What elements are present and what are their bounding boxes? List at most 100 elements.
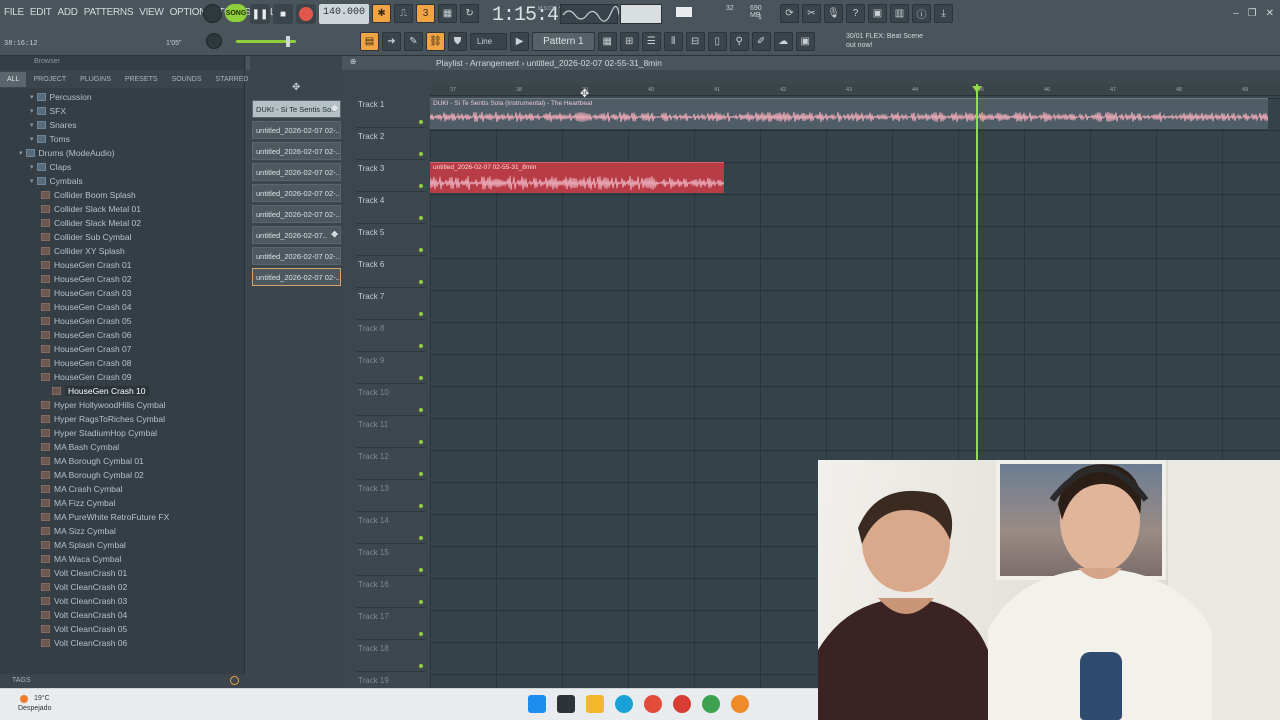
track-mute-led[interactable]	[419, 376, 423, 380]
browser-file[interactable]: HouseGen Crash 06	[0, 328, 244, 342]
song-mode-toggle[interactable]: SONG	[225, 4, 247, 22]
track-mute-led[interactable]	[419, 504, 423, 508]
mixer-view-icon[interactable]: ☰	[641, 31, 661, 51]
task-view-icon[interactable]	[557, 695, 575, 713]
browser-file[interactable]: MA Splash Cymbal	[0, 538, 244, 552]
browser-file[interactable]: Volt CleanCrash 04	[0, 608, 244, 622]
browser-file[interactable]: Volt CleanCrash 03	[0, 594, 244, 608]
track-header[interactable]: Track 18	[356, 642, 426, 672]
track-header[interactable]: Track 3	[356, 162, 426, 192]
track-header[interactable]: Track 2	[356, 130, 426, 160]
windows-start-icon[interactable]	[528, 695, 546, 713]
cloud-icon[interactable]: ☁	[773, 31, 793, 51]
track-mute-led[interactable]	[419, 600, 423, 604]
arrow-right-icon[interactable]: ➜	[382, 31, 401, 51]
picker-item[interactable]: untitled_2026-02-07 02-..	[252, 184, 341, 202]
mixer-icon[interactable]: ▥	[890, 4, 909, 23]
browser-tab-plugins[interactable]: PLUGINS	[73, 76, 118, 83]
browser-file[interactable]: Hyper RagsToRiches Cymbal	[0, 412, 244, 426]
master-volume-slider[interactable]	[236, 36, 296, 47]
weather-widget[interactable]: 19°C Despejado	[18, 694, 51, 714]
track-mute-led[interactable]	[419, 408, 423, 412]
browser-folder[interactable]: ▾ Cymbals	[0, 174, 244, 188]
tools-icon[interactable]: ✂	[802, 4, 821, 23]
browser-folder[interactable]: ▾ SFX	[0, 104, 244, 118]
chevron-down-icon[interactable]: ▾	[30, 135, 34, 143]
refresh-icon[interactable]: ⟳	[780, 4, 799, 23]
chrome-profile-icon[interactable]	[673, 695, 691, 713]
minimize-icon[interactable]: –	[1233, 8, 1239, 19]
track-mute-led[interactable]	[419, 216, 423, 220]
plugin-icon[interactable]: ⚲	[729, 31, 749, 51]
browser-file[interactable]: HouseGen Crash 07	[0, 342, 244, 356]
picker-item[interactable]: untitled_2026-02-07 02-..	[252, 163, 341, 181]
picker-item[interactable]: untitled_2026-02-07 02-..	[252, 247, 341, 265]
track-mute-led[interactable]	[419, 664, 423, 668]
browser-file[interactable]: MA Waca Cymbal	[0, 552, 244, 566]
track-header[interactable]: Track 1	[356, 98, 426, 128]
browser-file[interactable]: MA PureWhite RetroFuture FX	[0, 510, 244, 524]
track-header[interactable]: Track 11	[356, 418, 426, 448]
info-icon[interactable]: ⓘ	[912, 4, 931, 23]
browser-folder[interactable]: ▾ Drums (ModeAudio)	[0, 146, 244, 160]
browser-file[interactable]: HouseGen Crash 05	[0, 314, 244, 328]
record-button[interactable]	[296, 4, 316, 24]
browser-file[interactable]: MA Borough Cymbal 02	[0, 468, 244, 482]
track-mute-led[interactable]	[419, 632, 423, 636]
tags-bar[interactable]: TAGS	[0, 674, 245, 688]
track-header[interactable]: Track 4	[356, 194, 426, 224]
track-mute-led[interactable]	[419, 440, 423, 444]
track-header[interactable]: Track 9	[356, 354, 426, 384]
menu-edit[interactable]: EDIT	[30, 7, 52, 18]
audio-clip-recording[interactable]: untitled_2026-02-07 02-55-31_8min	[430, 162, 724, 193]
blend-notes-icon[interactable]: ▦	[438, 4, 458, 23]
fl-studio-icon[interactable]	[731, 695, 749, 713]
menu-file[interactable]: FILE	[4, 7, 24, 18]
timeline-ruler[interactable]: 37 38 39 40 41 42 43 44 45 46 47 48 49	[430, 84, 1280, 96]
browser-file[interactable]: MA Borough Cymbal 01	[0, 454, 244, 468]
browser-file[interactable]: MA Fizz Cymbal	[0, 496, 244, 510]
audio-clip-duki[interactable]: DUKI - Si Te Sentis Sola (Instrumental) …	[430, 98, 1268, 129]
link-icon[interactable]: ⛓	[426, 31, 445, 51]
news-ticker[interactable]: 30/01 FLEX: Beat Scene out now!	[846, 32, 923, 50]
stamp-icon[interactable]: ⛊	[448, 31, 467, 51]
main-pitch-knob[interactable]	[206, 33, 222, 49]
track-mute-led[interactable]	[419, 248, 423, 252]
playhead[interactable]	[976, 84, 978, 514]
browser-folder[interactable]: ▾ Claps	[0, 160, 244, 174]
browser-file[interactable]: Collider Boom Splash	[0, 188, 244, 202]
track-mute-led[interactable]	[419, 344, 423, 348]
wait-for-input-icon[interactable]: ⎍	[394, 4, 414, 23]
maximize-icon[interactable]: ❐	[1248, 8, 1257, 19]
browser-file[interactable]: HouseGen Crash 02	[0, 272, 244, 286]
track-header[interactable]: Track 6	[356, 258, 426, 288]
track-header[interactable]: Track 12	[356, 450, 426, 480]
channel-icon[interactable]: ⫴	[663, 31, 683, 51]
browser-file[interactable]: HouseGen Crash 03	[0, 286, 244, 300]
track-mute-led[interactable]	[419, 536, 423, 540]
mic-icon[interactable]: 🎙	[824, 4, 843, 23]
browser-tab-project[interactable]: PROJECT	[26, 76, 73, 83]
file-icon[interactable]: ▯	[707, 31, 727, 51]
track-header[interactable]: Track 14	[356, 514, 426, 544]
track-header[interactable]: Track 8	[356, 322, 426, 352]
loop-record-icon[interactable]: ↻	[460, 4, 480, 23]
browser-file[interactable]: Collider XY Splash	[0, 244, 244, 258]
chevron-down-icon[interactable]: ▾	[30, 177, 34, 185]
track-mute-led[interactable]	[419, 120, 423, 124]
browser-file[interactable]: MA Crash Cymbal	[0, 482, 244, 496]
track-mute-led[interactable]	[419, 184, 423, 188]
download-icon[interactable]: ⤓	[934, 4, 953, 23]
pattern-view-icon[interactable]: ⊟	[685, 31, 705, 51]
browser-folder[interactable]: ▾ Toms	[0, 132, 244, 146]
playlist-icon[interactable]: ▤	[360, 31, 379, 51]
chrome-icon[interactable]	[644, 695, 662, 713]
browser-file[interactable]: Volt CleanCrash 02	[0, 580, 244, 594]
browser-tab-presets[interactable]: PRESETS	[118, 76, 165, 83]
track-header[interactable]: Track 7	[356, 290, 426, 320]
countdown-icon[interactable]: 3	[416, 4, 436, 23]
track-mute-led[interactable]	[419, 472, 423, 476]
picker-item[interactable]: untitled_2026-02-07 02-..	[252, 121, 341, 139]
track-header[interactable]: Track 15	[356, 546, 426, 576]
picker-item[interactable]: untitled_2026-02-07 02-..	[252, 268, 341, 286]
